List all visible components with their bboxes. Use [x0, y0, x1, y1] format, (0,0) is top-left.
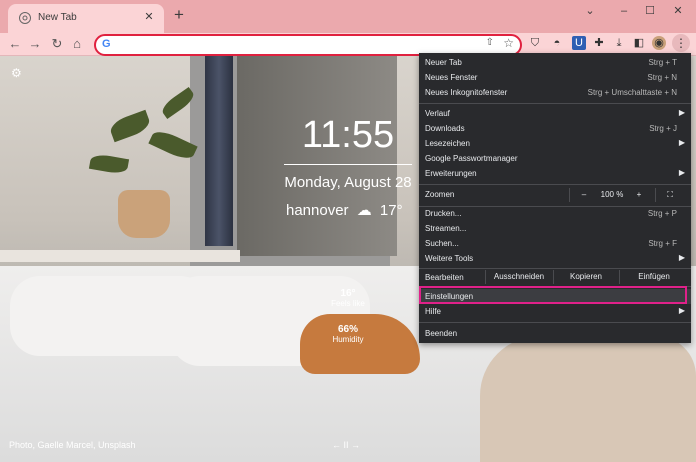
background-leaf [107, 109, 153, 143]
menu-item-bookmarks[interactable]: Lesezeichen ▶ [419, 136, 691, 151]
chrome-new-tab-icon [19, 12, 31, 24]
reload-icon[interactable]: ↻ [48, 35, 66, 53]
settings-highlight-frame [419, 286, 687, 304]
submenu-arrow-icon: ▶ [678, 138, 685, 147]
menu-zoom-row: Zoomen – 100 % + ⛶ [419, 185, 691, 205]
weather-location: hannover [286, 202, 349, 219]
zoom-in-button[interactable]: + [629, 188, 649, 201]
clock-divider [284, 164, 412, 165]
browser-window: New Tab ✕ + ⌄ – ☐ ✕ ← → ↻ ⌂ G ⇧ ☆ ⛉ ◓ U … [0, 0, 696, 462]
background-curtain [205, 56, 233, 246]
humidity-stat: 66% Humidity [318, 324, 378, 344]
background-shelf [0, 250, 240, 262]
menu-item-extensions[interactable]: Erweiterungen ▶ [419, 166, 691, 181]
menu-item-history[interactable]: Verlauf ▶ [419, 106, 691, 121]
menu-item-new-tab[interactable]: Neuer Tab Strg + T [419, 55, 691, 70]
menu-separator [419, 322, 691, 323]
menu-item-quit[interactable]: Beenden [419, 326, 691, 341]
menu-item-password-manager[interactable]: Google Passwortmanager [419, 151, 691, 166]
submenu-arrow-icon: ▶ [678, 253, 685, 262]
menu-item-print[interactable]: Drucken... Strg + P [419, 206, 691, 221]
fullscreen-icon[interactable]: ⛶ [663, 188, 677, 201]
menu-item-find[interactable]: Suchen... Strg + F [419, 236, 691, 251]
bookmark-star-icon[interactable]: ☆ [503, 36, 514, 50]
menu-item-help[interactable]: Hilfe ▶ [419, 304, 691, 319]
feels-like-stat: 16° Feels like [318, 288, 378, 308]
background-cat [300, 314, 420, 374]
humidity-value: 66% [337, 324, 358, 335]
menu-item-new-incognito[interactable]: Neues Inkognitofenster Strg + Umschaltta… [419, 85, 691, 100]
submenu-arrow-icon: ▶ [678, 108, 685, 117]
paste-button[interactable]: Einfügen [621, 270, 687, 284]
google-g-icon: G [102, 38, 111, 50]
side-panel-icon[interactable]: ◧ [632, 36, 646, 50]
menu-edit-row: Bearbeiten Ausschneiden Kopieren Einfüge… [419, 268, 691, 286]
settings-gear-icon[interactable]: ⚙ [11, 66, 22, 80]
tab-close-icon[interactable]: ✕ [142, 10, 156, 24]
zoom-level: 100 % [600, 190, 624, 199]
background-plant-pot [118, 190, 170, 238]
photo-credit[interactable]: Photo, Gaelle Marcel, Unsplash [9, 440, 136, 450]
submenu-arrow-icon: ▶ [678, 306, 685, 315]
clock-date: Monday, August 28 [284, 174, 412, 191]
window-close-icon[interactable]: ✕ [660, 0, 696, 22]
menu-separator [419, 103, 691, 104]
new-tab-plus-icon[interactable]: + [170, 6, 188, 24]
feels-like-value: 16° [340, 288, 356, 299]
menu-item-cast[interactable]: Streamen... [419, 221, 691, 236]
tab-title: New Tab [38, 12, 77, 23]
copy-button[interactable]: Kopieren [555, 270, 617, 284]
address-input[interactable] [118, 37, 472, 54]
extension-bitwarden-icon[interactable]: U [572, 36, 586, 50]
profile-avatar-icon[interactable]: ◉ [652, 36, 666, 50]
cut-button[interactable]: Ausschneiden [487, 270, 551, 284]
menu-item-downloads[interactable]: Downloads Strg + J [419, 121, 691, 136]
cloud-icon: ☁ [356, 202, 372, 219]
background-leaf [88, 152, 130, 176]
feels-like-label: Feels like [331, 299, 365, 308]
home-icon[interactable]: ⌂ [68, 35, 86, 53]
menu-item-new-window[interactable]: Neues Fenster Strg + N [419, 70, 691, 85]
zoom-out-button[interactable]: – [574, 188, 594, 201]
humidity-label: Humidity [332, 335, 364, 344]
forward-arrow-icon[interactable]: → [26, 35, 44, 53]
tab-search-chevron-icon[interactable]: ⌄ [572, 0, 608, 22]
back-arrow-icon[interactable]: ← [6, 35, 24, 53]
clock-time: 11:55 [301, 114, 395, 156]
download-icon[interactable]: ⤓ [612, 36, 626, 50]
extension-spy-icon[interactable]: ◓ [550, 36, 564, 50]
tab-bar: New Tab ✕ + ⌄ – ☐ ✕ [0, 0, 696, 33]
tab-new-tab[interactable]: New Tab ✕ [8, 4, 164, 33]
weather-temperature: 17° [379, 202, 403, 219]
share-icon[interactable]: ⇧ [486, 37, 494, 48]
background-blanket [480, 336, 696, 462]
extensions-puzzle-icon[interactable]: ✚ [592, 36, 606, 50]
menu-item-more-tools[interactable]: Weitere Tools ▶ [419, 251, 691, 266]
submenu-arrow-icon: ▶ [678, 168, 685, 177]
menu-kebab-icon[interactable]: ⋮ [672, 34, 690, 52]
background-pager[interactable]: ← II → [332, 440, 360, 450]
weather-summary: hannover ☁ 17° [286, 201, 416, 219]
extension-shield-icon[interactable]: ⛉ [528, 36, 542, 50]
